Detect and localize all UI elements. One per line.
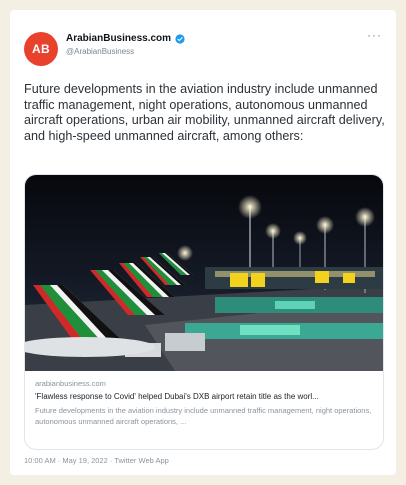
author-row: ArabianBusiness.com (66, 33, 185, 44)
link-title: 'Flawless response to Covid' helped Duba… (35, 392, 319, 401)
link-description: Future developments in the aviation indu… (35, 406, 372, 426)
avatar[interactable]: AB (24, 32, 58, 66)
author-handle[interactable]: @ArabianBusiness (66, 47, 134, 56)
tweet-timestamp[interactable]: 10:00 AM · May 19, 2022 · Twitter Web Ap… (24, 456, 169, 465)
verified-badge-icon (175, 33, 185, 44)
link-domain: arabianbusiness.com (35, 379, 106, 388)
link-card[interactable]: arabianbusiness.com 'Flawless response t… (24, 174, 384, 450)
author-name[interactable]: ArabianBusiness.com (66, 33, 171, 44)
tweet-text: Future developments in the aviation indu… (24, 82, 385, 143)
airport-photo (25, 175, 383, 371)
more-icon[interactable]: ··· (367, 28, 382, 42)
tweet-card: AB ArabianBusiness.com @ArabianBusiness … (10, 10, 396, 475)
